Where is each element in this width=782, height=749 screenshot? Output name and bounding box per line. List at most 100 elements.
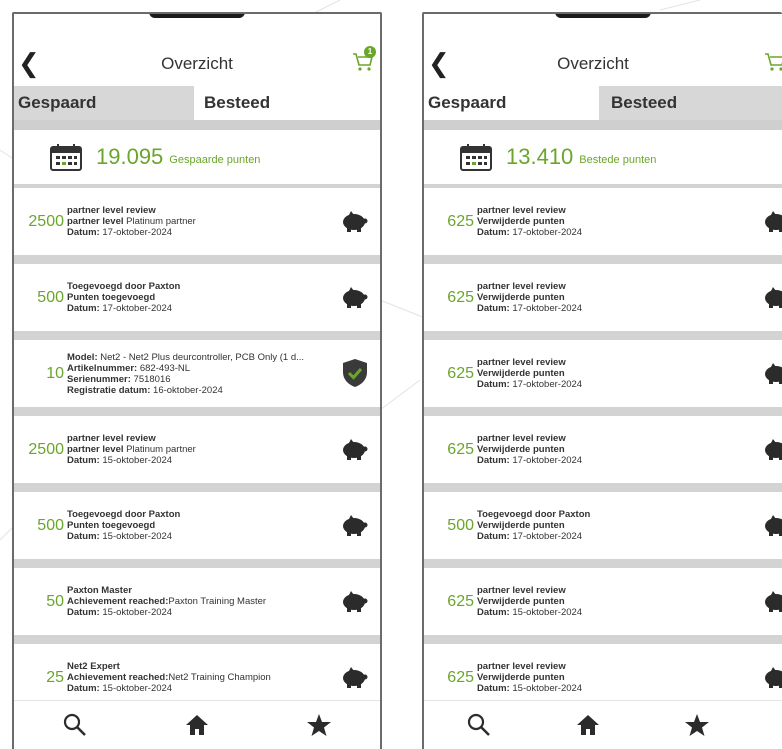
piggy-bank-icon — [762, 286, 782, 308]
detail-line: Punten toegevoegd — [67, 520, 380, 531]
tab-gespaard[interactable]: Gespaard — [424, 86, 599, 120]
piggy-bank-icon — [762, 514, 782, 536]
detail-value: Platinum partner — [123, 216, 196, 227]
phone-screen-besteed: ❮ Overzicht Gespaard Besteed 13.410 Best… — [422, 12, 782, 749]
list-item[interactable]: 625 partner level review Verwijderde punte… — [424, 264, 782, 331]
detail-key: Datum: — [477, 455, 510, 466]
piggy-bank-icon — [340, 514, 368, 536]
list-item[interactable]: 2500 partner level review partner level Pl… — [14, 188, 380, 255]
phone-screen-gespaard: ❮ Overzicht 1 Gespaard Besteed 19.095 Ge… — [12, 12, 382, 749]
piggy-bank-icon — [340, 590, 368, 612]
detail-value: Net2 Training Champion — [168, 672, 271, 683]
star-icon[interactable] — [306, 712, 332, 738]
detail-key: Artikelnummer: — [67, 362, 138, 374]
detail-line: Datum: 17-oktober-2024 — [477, 531, 782, 542]
list-item[interactable]: 10 Model: Net2 - Net2 Plus deurcontroller… — [14, 340, 380, 407]
detail-key: Datum: — [477, 531, 510, 542]
detail-key: Verwijderde punten — [477, 368, 565, 379]
page-title: Overzicht — [161, 54, 233, 73]
list-item[interactable]: 625 partner level review Verwijderde punte… — [424, 188, 782, 255]
item-details: Toegevoegd door Paxton Verwijderde punten… — [477, 509, 782, 542]
list-item[interactable]: 50 Paxton Master Achievement reached:Paxto… — [14, 568, 380, 635]
piggy-bank-icon — [340, 210, 368, 232]
detail-line: Toegevoegd door Paxton — [67, 509, 380, 520]
detail-line: Verwijderde punten — [477, 520, 782, 531]
piggy-bank-icon — [762, 362, 782, 384]
item-details: Toegevoegd door Paxton Punten toegevoegd D… — [67, 509, 380, 542]
detail-value: 17-oktober-2024 — [99, 227, 173, 238]
detail-key: partner level review — [477, 661, 566, 672]
list-item[interactable]: 625 partner level review Verwijderde punte… — [424, 568, 782, 635]
list-item[interactable]: 500 Toegevoegd door Paxton Verwijderde pun… — [424, 492, 782, 559]
points-value: 500 — [37, 288, 64, 306]
list-item[interactable]: 500 Toegevoegd door Paxton Punten toegevoe… — [14, 264, 380, 331]
cart-icon[interactable] — [764, 52, 782, 72]
detail-key: partner level — [67, 444, 124, 455]
detail-line: Model: Net2 - Net2 Plus deurcontroller, … — [67, 352, 380, 363]
nav-header: ❮ Overzicht 1 — [14, 14, 380, 86]
detail-value: 682-493-NL — [137, 362, 191, 374]
detail-line: partner level review — [67, 205, 380, 216]
list-item[interactable]: 625 partner level review Verwijderde punte… — [424, 416, 782, 483]
detail-key: Datum: — [67, 683, 100, 694]
detail-value: 15-oktober-2024 — [509, 607, 583, 618]
detail-line: partner level Platinum partner — [67, 216, 380, 227]
detail-line: partner level review — [477, 205, 782, 216]
points-value: 10 — [46, 364, 64, 382]
detail-key: Verwijderde punten — [477, 520, 565, 531]
calendar-icon — [460, 144, 492, 171]
star-icon[interactable] — [684, 712, 710, 738]
tab-bar-top: Gespaard Besteed — [424, 86, 782, 120]
cart-badge: 1 — [364, 46, 376, 58]
detail-line: Verwijderde punten — [477, 444, 782, 455]
detail-line: Toegevoegd door Paxton — [477, 509, 782, 520]
detail-line: Datum: 15-oktober-2024 — [67, 683, 380, 694]
item-details: Toegevoegd door Paxton Punten toegevoegd D… — [67, 281, 380, 314]
detail-key: Punten toegevoegd — [67, 520, 156, 531]
piggy-bank-icon — [762, 438, 782, 460]
detail-value: 15-oktober-2024 — [99, 607, 173, 618]
detail-line: Verwijderde punten — [477, 216, 782, 227]
piggy-bank-icon — [340, 666, 368, 688]
detail-value: 15-oktober-2024 — [99, 531, 173, 542]
detail-line: partner level Platinum partner — [67, 444, 380, 455]
detail-key: partner level review — [67, 433, 156, 444]
item-details: partner level review Verwijderde punten Da… — [477, 585, 782, 618]
points-value: 25 — [46, 668, 64, 686]
item-details: Net2 Expert Achievement reached:Net2 Trai… — [67, 661, 380, 694]
detail-key: Verwijderde punten — [477, 292, 565, 303]
tab-besteed[interactable]: Besteed — [194, 86, 380, 120]
search-icon[interactable] — [466, 712, 492, 738]
search-icon[interactable] — [62, 712, 88, 738]
tab-besteed[interactable]: Besteed — [599, 86, 782, 120]
detail-key: partner level review — [67, 205, 156, 216]
detail-value: 15-oktober-2024 — [509, 683, 583, 694]
piggy-bank-icon — [762, 210, 782, 232]
detail-key: partner level — [67, 216, 124, 227]
detail-key: partner level review — [477, 433, 566, 444]
detail-key: Datum: — [477, 607, 510, 618]
detail-line: partner level review — [477, 585, 782, 596]
item-details: partner level review Verwijderde punten Da… — [477, 357, 782, 390]
bottom-tab-bar — [424, 700, 782, 749]
points-value: 625 — [447, 364, 474, 382]
page-title: Overzicht — [557, 54, 629, 73]
list-item[interactable]: 2500 partner level review partner level Pl… — [14, 416, 380, 483]
detail-value: 17-oktober-2024 — [509, 455, 583, 466]
points-summary: 13.410 Bestede punten — [424, 130, 782, 184]
home-icon[interactable] — [184, 712, 210, 738]
tab-gespaard[interactable]: Gespaard — [14, 86, 194, 120]
detail-line: Datum: 15-oktober-2024 — [67, 531, 380, 542]
points-value: 625 — [447, 440, 474, 458]
detail-line: Datum: 17-oktober-2024 — [477, 303, 782, 314]
detail-key: Toegevoegd door Paxton — [477, 509, 591, 520]
points-value: 500 — [447, 516, 474, 534]
list-item[interactable]: 625 partner level review Verwijderde punte… — [424, 340, 782, 407]
points-total: 19.095 — [96, 144, 164, 169]
points-value: 625 — [447, 668, 474, 686]
transaction-list: 625 partner level review Verwijderde punte… — [424, 184, 782, 711]
home-icon[interactable] — [575, 712, 601, 738]
detail-line: Paxton Master — [67, 585, 380, 596]
detail-line: Datum: 17-oktober-2024 — [477, 379, 782, 390]
list-item[interactable]: 500 Toegevoegd door Paxton Punten toegevoe… — [14, 492, 380, 559]
